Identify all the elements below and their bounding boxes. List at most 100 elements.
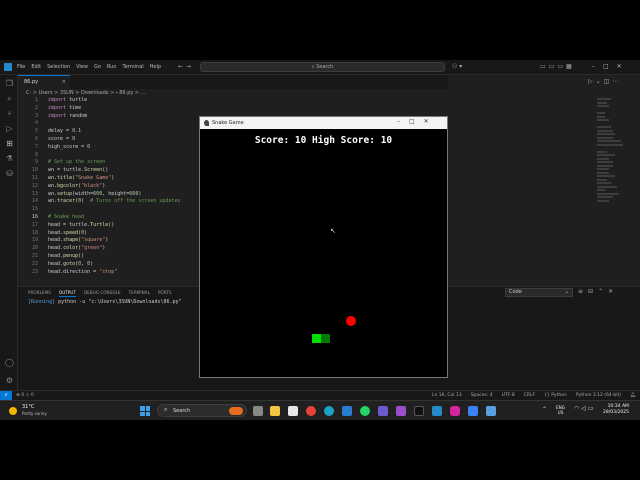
tab-close-icon[interactable]: × [62, 76, 66, 89]
code-line[interactable]: 21 head.penup() [20, 253, 200, 261]
code-line[interactable]: 13 wn.setup(width=600, height=600) [20, 191, 200, 199]
tab-debug-console[interactable]: DEBUG CONSOLE [84, 290, 121, 297]
customize-layout-icon[interactable]: ▦ [566, 63, 575, 70]
code-line[interactable]: 3 import random [20, 113, 200, 121]
testing-icon[interactable]: ⚗ [5, 154, 14, 163]
menu-item-file[interactable]: File [17, 64, 25, 70]
menu-item-terminal[interactable]: Terminal [123, 64, 144, 70]
weather-sun-icon[interactable] [9, 407, 17, 415]
close-panel-icon[interactable]: ✕ [608, 288, 618, 295]
code-line[interactable]: 18 head.speed(0) [20, 230, 200, 238]
minimize-icon[interactable]: – [397, 118, 409, 125]
menu-item-run[interactable]: Run [107, 64, 117, 70]
encoding[interactable]: UTF-8 [502, 393, 515, 398]
problems-count[interactable]: ⊗ 0 ⚠ 0 [16, 393, 34, 398]
menu-item-go[interactable]: Go [94, 64, 101, 70]
menu-item-edit[interactable]: Edit [31, 64, 41, 70]
snake-game-window[interactable]: Snake Game –□✕ Score: 10 High Score: 10 … [199, 116, 448, 378]
search-icon[interactable]: ⌕ [5, 94, 14, 103]
menu-item-selection[interactable]: Selection [47, 64, 70, 70]
input-language[interactable]: ENG US [556, 405, 565, 415]
forward-arrow-icon[interactable]: → [186, 63, 194, 70]
code-line[interactable]: 17 head = turtle.Turtle() [20, 222, 200, 230]
maximize-icon[interactable]: □ [409, 118, 424, 125]
maximize-panel-icon[interactable]: ⌃ [598, 288, 608, 295]
cursor-position[interactable]: Ln 16, Col 13 [432, 393, 462, 398]
battery-icon[interactable]: ▭ [588, 405, 596, 412]
copilot-icon[interactable]: ⚇ ▾ [452, 63, 462, 70]
weather-desc[interactable]: Partly sunny [22, 411, 47, 416]
app-icon[interactable] [378, 406, 388, 416]
windows-start-icon[interactable] [140, 406, 150, 416]
weather-temp[interactable]: 31°C [22, 404, 34, 410]
back-arrow-icon[interactable]: ← [178, 63, 186, 70]
tab-terminal[interactable]: TERMINAL [129, 290, 150, 297]
run-file-icon[interactable]: ▷ [588, 78, 596, 85]
command-center-search[interactable]: ⌕ Search [200, 62, 445, 72]
extensions-icon[interactable]: ⊞ [5, 139, 14, 148]
tiktok-icon[interactable] [414, 406, 424, 416]
close-icon[interactable]: ✕ [424, 118, 438, 125]
code-line[interactable]: 23 head.direction = "stop" [20, 269, 200, 277]
gear-icon[interactable]: ⚙ [5, 376, 14, 385]
vscode-taskbar-icon[interactable] [432, 406, 442, 416]
code-line[interactable]: 19 head.shape("square") [20, 237, 200, 245]
end-of-line[interactable]: CRLF [524, 393, 535, 398]
tab-problems[interactable]: PROBLEMS [28, 290, 51, 297]
minimize-icon[interactable]: – [592, 63, 603, 70]
task-view-icon[interactable] [253, 406, 263, 416]
source-control-icon[interactable]: ⑂ [5, 109, 14, 118]
lock-scroll-icon[interactable]: ⊟ [588, 288, 598, 295]
code-line[interactable]: 5 delay = 0.1 [20, 128, 200, 136]
notepad-icon[interactable] [468, 406, 478, 416]
outlook-icon[interactable] [342, 406, 352, 416]
taskbar-search[interactable]: ⌕ Search [157, 404, 247, 417]
code-editor[interactable]: 1 import turtle 2 import time 3 import random… [20, 97, 200, 276]
tray-chevron-up-icon[interactable]: ⌃ [542, 406, 547, 413]
tab-86-py[interactable]: 86.py × [18, 75, 70, 89]
volume-icon[interactable]: ◁ [581, 405, 588, 412]
maximize-icon[interactable]: □ [603, 63, 617, 70]
code-line[interactable]: 11 wn.title("Snake Game") [20, 175, 200, 183]
run-debug-icon[interactable]: ▷ [5, 124, 14, 133]
python-interpreter[interactable]: Python 3.12 (64-bit) [576, 393, 621, 398]
instagram-icon[interactable] [450, 406, 460, 416]
output-channel-select[interactable]: Code ⌄ [505, 288, 573, 297]
code-line[interactable]: 9 # Set up the screen [20, 159, 200, 167]
tab-output[interactable]: OUTPUT [58, 290, 76, 297]
code-line[interactable]: 16 # Snake head [20, 214, 200, 222]
bell-icon[interactable]: 🔔︎ [630, 393, 636, 398]
language-mode[interactable]: {} Python [544, 393, 567, 398]
code-line[interactable]: 20 head.color("green") [20, 245, 200, 253]
chrome-icon[interactable] [306, 406, 316, 416]
code-line[interactable]: 10 wn = turtle.Screen() [20, 167, 200, 175]
toggle-sidebar-icon[interactable]: ▭ [540, 63, 549, 70]
account-icon[interactable]: ◯ [5, 358, 14, 367]
indentation[interactable]: Spaces: 4 [471, 393, 493, 398]
code-line[interactable]: 22 head.goto(0, 0) [20, 261, 200, 269]
breadcrumb[interactable]: C: > Users > 3SUN > Downloads > ⬩ 86.py … [26, 90, 145, 96]
code-line[interactable]: 14 wn.tracer(0) # Turns off the screen up… [20, 198, 200, 206]
more-actions-icon[interactable]: ⋯ [612, 78, 621, 85]
chevron-down-icon[interactable]: ⌄ [596, 78, 604, 85]
tab-ports[interactable]: PORTS [158, 290, 172, 297]
code-line[interactable]: 4 [20, 120, 200, 128]
edge-icon[interactable] [324, 406, 334, 416]
close-icon[interactable]: ✕ [617, 63, 630, 70]
store-icon[interactable] [288, 406, 298, 416]
minimap[interactable] [597, 98, 625, 208]
system-clock[interactable]: 10:34 AM 28/03/2025 [603, 404, 629, 416]
whatsapp-icon[interactable] [360, 406, 370, 416]
explorer-icon[interactable]: ❐ [5, 79, 14, 88]
code-line[interactable]: 8 [20, 152, 200, 160]
python-feather-icon[interactable] [486, 406, 496, 416]
code-line[interactable]: 15 [20, 206, 200, 214]
clear-output-icon[interactable]: ≡ [578, 288, 588, 295]
menu-item-view[interactable]: View [76, 64, 88, 70]
code-line[interactable]: 2 import time [20, 105, 200, 113]
python-icon[interactable]: ⛁ [5, 169, 14, 178]
code-line[interactable]: 7 high_score = 0 [20, 144, 200, 152]
code-line[interactable]: 12 wn.bgcolor("black") [20, 183, 200, 191]
menu-item-help[interactable]: Help [150, 64, 161, 70]
code-line[interactable]: 1 import turtle [20, 97, 200, 105]
